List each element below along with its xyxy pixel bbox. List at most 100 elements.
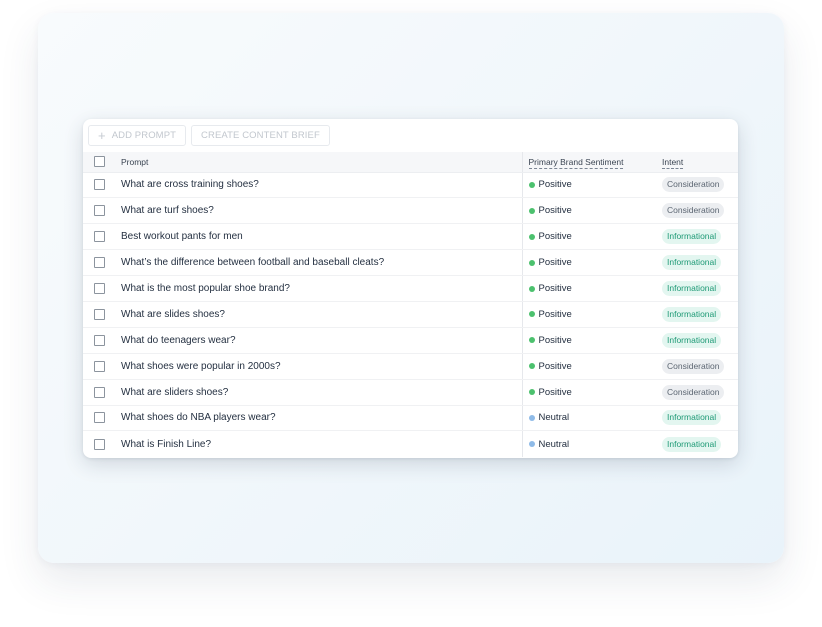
toolbar: + ADD PROMPT CREATE CONTENT BRIEF: [83, 119, 738, 152]
intent-badge: Informational: [662, 255, 722, 271]
row-select-cell: [83, 327, 115, 354]
intent-cell: Informational: [656, 275, 738, 302]
row-select-cell: [83, 301, 115, 328]
prompt-cell[interactable]: What do teenagers wear?: [115, 327, 522, 354]
column-header-sentiment[interactable]: Primary Brand Sentiment: [521, 152, 656, 173]
intent-cell: Consideration: [656, 353, 738, 380]
table-row[interactable]: What is the most popular shoe brand? Posi…: [83, 275, 738, 302]
sentiment-indicator: Neutral: [528, 412, 651, 423]
table-row[interactable]: What are turf shoes? Positive Consideratio…: [83, 197, 738, 225]
add-prompt-button[interactable]: + ADD PROMPT: [88, 125, 187, 146]
sentiment-indicator: Positive: [528, 334, 651, 346]
prompt-cell[interactable]: What shoes do NBA players wear?: [115, 405, 522, 432]
intent-cell: Consideration: [656, 197, 738, 225]
prompt-cell[interactable]: What are slides shoes?: [115, 301, 522, 328]
prompt-text: What are cross training shoes?: [121, 179, 259, 191]
select-all-cell: [83, 152, 115, 173]
intent-badge: Consideration: [662, 384, 725, 400]
row-checkbox[interactable]: [93, 438, 105, 450]
sentiment-label: Positive: [538, 308, 572, 320]
table-row[interactable]: What are cross training shoes? Positive Co…: [83, 172, 738, 199]
prompt-text: What is the most popular shoe brand?: [121, 283, 290, 294]
table-row[interactable]: What is Finish Line? Neutral Informational: [83, 430, 738, 457]
intent-badge: Informational: [662, 410, 722, 426]
column-header-prompt[interactable]: Prompt: [115, 152, 522, 173]
sentiment-cell: Positive: [521, 379, 656, 406]
row-checkbox[interactable]: [93, 386, 105, 398]
prompts-table: Prompt Primary Brand Sentiment Intent Wh…: [83, 152, 738, 457]
prompt-cell[interactable]: What’s the difference between football a…: [115, 249, 522, 277]
row-checkbox[interactable]: [93, 308, 105, 320]
table-row[interactable]: Best workout pants for men Positive Inform…: [83, 223, 738, 251]
table-row[interactable]: What do teenagers wear? Positive Informati…: [83, 327, 738, 354]
table-row[interactable]: What are slides shoes? Positive Informatio…: [83, 301, 738, 328]
prompt-text: What are slides shoes?: [121, 308, 225, 320]
row-checkbox[interactable]: [93, 179, 105, 191]
prompt-cell[interactable]: What is the most popular shoe brand?: [115, 275, 522, 302]
table-row[interactable]: What are sliders shoes? Positive Considera…: [83, 379, 738, 406]
sentiment-cell: Neutral: [521, 405, 656, 432]
column-header-prompt-label: Prompt: [121, 156, 149, 167]
intent-badge: Informational: [662, 332, 722, 348]
column-header-intent[interactable]: Intent: [656, 152, 738, 173]
table-header-row: Prompt Primary Brand Sentiment Intent: [83, 152, 738, 173]
table-row[interactable]: What shoes were popular in 2000s? Positiv…: [83, 353, 738, 380]
sentiment-dot-icon: [528, 233, 535, 240]
sentiment-indicator: Neutral: [528, 439, 651, 450]
sentiment-dot-icon: [528, 389, 535, 396]
plus-icon: +: [98, 128, 106, 143]
prompts-panel: + ADD PROMPT CREATE CONTENT BRIEF Prompt: [83, 119, 738, 458]
sentiment-dot-icon: [528, 441, 535, 448]
sentiment-cell: Positive: [521, 353, 656, 380]
prompt-text: What are turf shoes?: [121, 205, 214, 217]
prompt-cell[interactable]: What are sliders shoes?: [115, 379, 522, 406]
row-select-cell: [83, 275, 115, 302]
sentiment-cell: Positive: [521, 275, 656, 302]
sentiment-label: Positive: [538, 334, 572, 346]
prompt-cell[interactable]: What are turf shoes?: [115, 197, 522, 225]
sentiment-indicator: Positive: [528, 386, 651, 398]
intent-cell: Informational: [656, 405, 738, 432]
table-row[interactable]: What shoes do NBA players wear? Neutral In…: [83, 405, 738, 432]
row-checkbox[interactable]: [93, 257, 105, 269]
row-checkbox[interactable]: [93, 334, 105, 346]
sentiment-label: Positive: [538, 360, 572, 372]
sentiment-dot-icon: [528, 363, 535, 370]
row-select-cell: [83, 223, 115, 251]
row-checkbox[interactable]: [93, 412, 105, 424]
sentiment-dot-icon: [528, 259, 535, 266]
intent-cell: Consideration: [656, 172, 738, 199]
table-row[interactable]: What’s the difference between football a…: [83, 249, 738, 277]
sentiment-label: Positive: [538, 283, 572, 294]
row-checkbox[interactable]: [93, 231, 105, 243]
row-checkbox[interactable]: [93, 205, 105, 217]
select-all-checkbox[interactable]: [93, 156, 105, 168]
sentiment-indicator: Positive: [528, 205, 651, 217]
create-content-brief-button[interactable]: CREATE CONTENT BRIEF: [191, 125, 330, 146]
row-checkbox[interactable]: [93, 282, 105, 294]
intent-cell: Informational: [656, 249, 738, 277]
intent-cell: Informational: [656, 301, 738, 328]
intent-cell: Informational: [656, 431, 738, 457]
sentiment-label: Positive: [538, 205, 572, 217]
row-checkbox[interactable]: [93, 360, 105, 372]
sentiment-indicator: Positive: [528, 360, 651, 372]
sentiment-cell: Positive: [521, 249, 656, 277]
table-body: What are cross training shoes? Positive Co…: [83, 172, 738, 457]
prompt-cell[interactable]: What is Finish Line?: [115, 431, 522, 457]
prompt-cell[interactable]: What shoes were popular in 2000s?: [115, 353, 522, 380]
prompt-cell[interactable]: What are cross training shoes?: [115, 172, 522, 199]
row-select-cell: [83, 249, 115, 277]
sentiment-label: Positive: [538, 386, 572, 398]
sentiment-cell: Neutral: [521, 430, 656, 457]
prompt-text: What do teenagers wear?: [121, 334, 236, 346]
intent-badge: Informational: [662, 281, 722, 296]
sentiment-label: Positive: [538, 257, 572, 269]
intent-cell: Informational: [656, 223, 738, 251]
prompt-cell[interactable]: Best workout pants for men: [115, 223, 522, 251]
prompt-text: What are sliders shoes?: [121, 386, 229, 398]
sentiment-indicator: Positive: [528, 257, 651, 269]
sentiment-cell: Positive: [521, 223, 656, 251]
row-select-cell: [83, 353, 115, 380]
prompt-text: Best workout pants for men: [121, 231, 243, 243]
